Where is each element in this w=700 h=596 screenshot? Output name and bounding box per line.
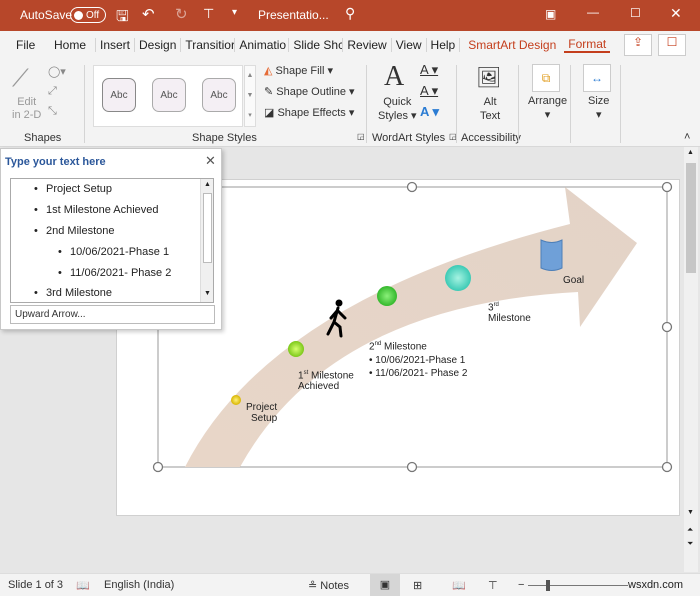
list-item[interactable]: 1st Milestone Achieved (34, 204, 158, 217)
watermark: wsxdn.com (628, 579, 684, 591)
next-slide-icon[interactable]: ⏷ (687, 539, 693, 549)
notes-label: Notes (320, 580, 350, 592)
slide-counter: Slide 1 of 3 (8, 579, 64, 591)
label-text: Milestone (381, 341, 427, 353)
language-indicator[interactable]: English (India) (104, 579, 174, 591)
scroll-up-icon[interactable]: ▲ (204, 181, 211, 188)
scroll-down-icon[interactable]: ▼ (687, 509, 694, 516)
label-project-setup: Project Setup (246, 402, 277, 424)
previous-slide-icon[interactable]: ⏶ (687, 525, 693, 535)
label-milestone-1: 1st Milestone Achieved (298, 368, 354, 392)
layout-description-link[interactable]: Upward Arrow... (10, 305, 215, 324)
milestone-dot-1 (288, 341, 304, 357)
list-scrollbar[interactable]: ▲ ▼ (200, 179, 213, 302)
zoom-slider-thumb[interactable] (546, 580, 550, 591)
upward-arrow-shape (185, 187, 637, 467)
list-item[interactable]: 10/06/2021-Phase 1 (58, 246, 169, 259)
accessibility-icon[interactable]: 📖 (76, 579, 90, 592)
status-bar: Slide 1 of 3 📖 English (India) ≗ Notes ▣… (0, 573, 700, 596)
label-goal: Goal (563, 275, 585, 286)
zoom-slider[interactable] (528, 585, 628, 586)
scroll-down-icon[interactable]: ▼ (204, 290, 211, 297)
list-item[interactable]: 3rd Milestone (34, 287, 112, 300)
zoom-out-button[interactable]: − (518, 579, 524, 591)
slide-show-button[interactable]: ⊤ (488, 579, 498, 592)
label-line: Project (246, 402, 278, 413)
scroll-up-icon[interactable]: ▲ (687, 149, 694, 156)
bullet: 11/06/2021- Phase 2 (375, 368, 468, 380)
label-milestone-2: 2nd Milestone • 10/06/2021-Phase 1 • 11/0… (369, 341, 468, 380)
label-line: Setup (251, 413, 278, 424)
label-text: Milestone (308, 370, 354, 382)
slide-sorter-button[interactable]: ⊞ (413, 579, 422, 592)
label-line: Milestone (488, 313, 531, 325)
list-item[interactable]: 2nd Milestone (34, 225, 114, 238)
bullet: 10/06/2021-Phase 1 (375, 355, 466, 367)
goal-flag-icon (540, 239, 563, 271)
vertical-scrollbar[interactable]: ▲ ▼ ⏶ ⏷ (684, 147, 698, 572)
text-pane-title: Type your text here (5, 156, 106, 168)
scroll-thumb[interactable] (686, 163, 696, 273)
milestone-dot-2 (377, 286, 397, 306)
reading-view-button[interactable]: 📖 (452, 579, 466, 592)
milestone-dot-3 (445, 265, 471, 291)
scroll-thumb[interactable] (203, 193, 212, 263)
label-milestone-3: 3rd Milestone (488, 300, 531, 324)
list-item[interactable]: 11/06/2021- Phase 2 (58, 267, 171, 280)
notes-button[interactable]: ≗ Notes (308, 579, 349, 592)
label-sup: rd (493, 302, 499, 308)
label-line: Achieved (298, 381, 340, 393)
list-item[interactable]: Project Setup (34, 183, 112, 196)
milestone-dot-project-setup (231, 395, 241, 405)
close-icon[interactable]: ✕ (205, 153, 216, 169)
text-pane: Type your text here ✕ Project Setup 1st … (0, 148, 222, 330)
normal-view-button[interactable]: ▣ (370, 574, 400, 596)
text-pane-list[interactable]: Project Setup 1st Milestone Achieved 2nd… (10, 178, 214, 303)
